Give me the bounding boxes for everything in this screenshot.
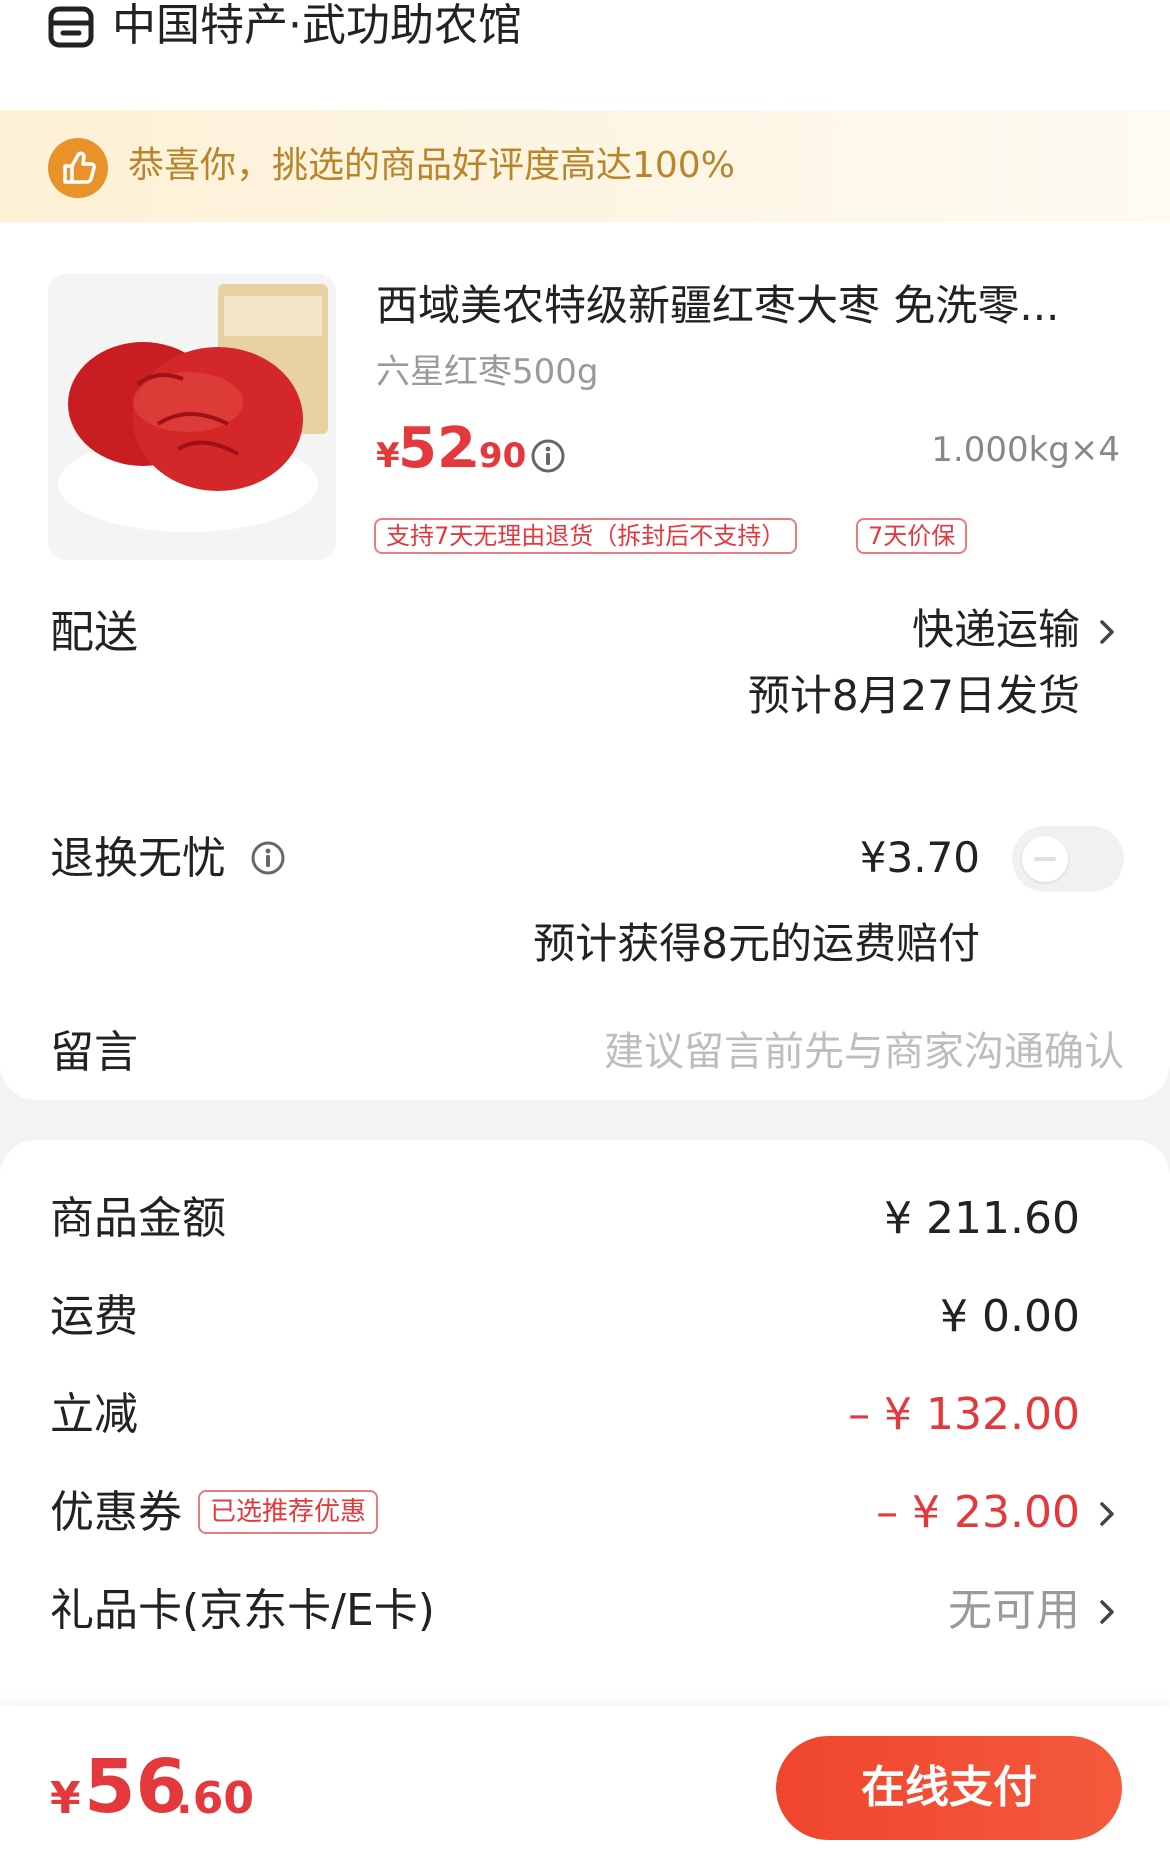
message-label: 留言	[50, 1027, 138, 1078]
discount-label: 立减	[50, 1389, 138, 1440]
return-service-desc: 预计获得8元的运费赔付	[533, 919, 980, 968]
price-decimal: .90	[466, 436, 527, 476]
price-currency: ¥	[376, 436, 400, 476]
coupon-row[interactable]: 优惠券 已选推荐优惠 – ¥ 23.00	[0, 1482, 1170, 1546]
shipping-label: 运费	[50, 1291, 138, 1342]
price-integer: 52	[398, 416, 476, 481]
price-protect-tag: 7天价保	[856, 518, 968, 554]
rating-banner: 恭喜你，挑选的商品好评度高达100%	[0, 110, 1170, 222]
pay-online-button[interactable]: 在线支付	[776, 1736, 1122, 1840]
chevron-right-icon[interactable]	[1096, 1592, 1120, 1632]
coupon-label: 优惠券	[50, 1487, 182, 1538]
info-icon[interactable]	[530, 438, 566, 474]
delivery-date: 预计8月27日发货	[747, 671, 1080, 720]
gift-card-row[interactable]: 礼品卡(京东卡/E卡) 无可用	[0, 1580, 1170, 1644]
product-quantity: 1.000kg×4	[931, 430, 1120, 470]
coupon-recommend-tag: 已选推荐优惠	[198, 1490, 379, 1534]
product-spec: 六星红枣500g	[376, 352, 599, 392]
gift-card-label: 礼品卡(京东卡/E卡)	[50, 1585, 435, 1636]
order-card: 中国特产·武功助农馆 恭喜你，挑选的商品好评度高达100% 西域美农特级新疆红枣…	[0, 0, 1170, 1100]
shipping-row: 运费 ¥ 0.00	[0, 1286, 1170, 1350]
store-icon	[48, 6, 94, 48]
delivery-method[interactable]: 快递运输	[880, 604, 1080, 656]
gift-card-value[interactable]: 无可用	[600, 1584, 1080, 1638]
chevron-right-icon[interactable]	[1096, 1494, 1120, 1534]
banner-text: 恭喜你，挑选的商品好评度高达100%	[128, 145, 735, 186]
return-service-toggle[interactable]	[1012, 826, 1124, 892]
return-policy-tag: 支持7天无理由退货（拆封后不支持）	[374, 518, 798, 554]
product-image[interactable]	[48, 274, 336, 560]
chevron-right-icon[interactable]	[1096, 612, 1120, 652]
thumbs-up-icon	[48, 138, 108, 198]
return-service-price: ¥3.70	[859, 833, 980, 882]
goods-amount-row: 商品金额 ¥ 211.60	[0, 1188, 1170, 1252]
discount-row: 立减 – ¥ 132.00	[0, 1384, 1170, 1448]
checkout-bar: ¥ 56 .60 在线支付	[0, 1706, 1170, 1860]
total-decimal: .60	[176, 1773, 254, 1824]
goods-amount-label: 商品金额	[50, 1193, 226, 1244]
store-name[interactable]: 中国特产·武功助农馆	[112, 0, 522, 52]
total-currency: ¥	[50, 1773, 81, 1824]
coupon-value[interactable]: – ¥ 23.00	[600, 1486, 1080, 1540]
info-icon[interactable]	[250, 840, 286, 876]
shipping-value: ¥ 0.00	[940, 1291, 1080, 1342]
delivery-label: 配送	[50, 607, 138, 658]
product-title[interactable]: 西域美农特级新疆红枣大枣 免洗零...	[376, 280, 1116, 332]
toggle-knob	[1022, 836, 1068, 882]
return-service-label: 退换无忧	[50, 833, 226, 884]
discount-value: – ¥ 132.00	[848, 1389, 1080, 1440]
message-input[interactable]	[460, 1022, 1124, 1082]
total-integer: 56	[84, 1744, 187, 1830]
goods-amount-value: ¥ 211.60	[884, 1193, 1080, 1244]
